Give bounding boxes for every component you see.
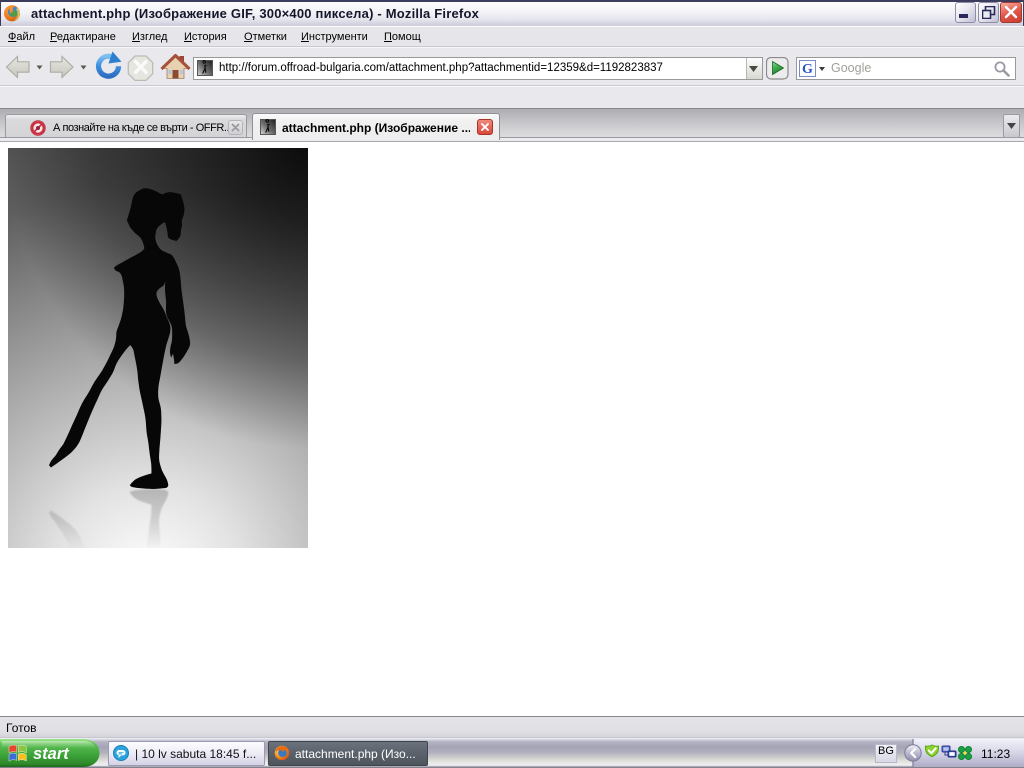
svg-text:start: start (33, 745, 70, 763)
svg-text:G: G (802, 62, 813, 77)
